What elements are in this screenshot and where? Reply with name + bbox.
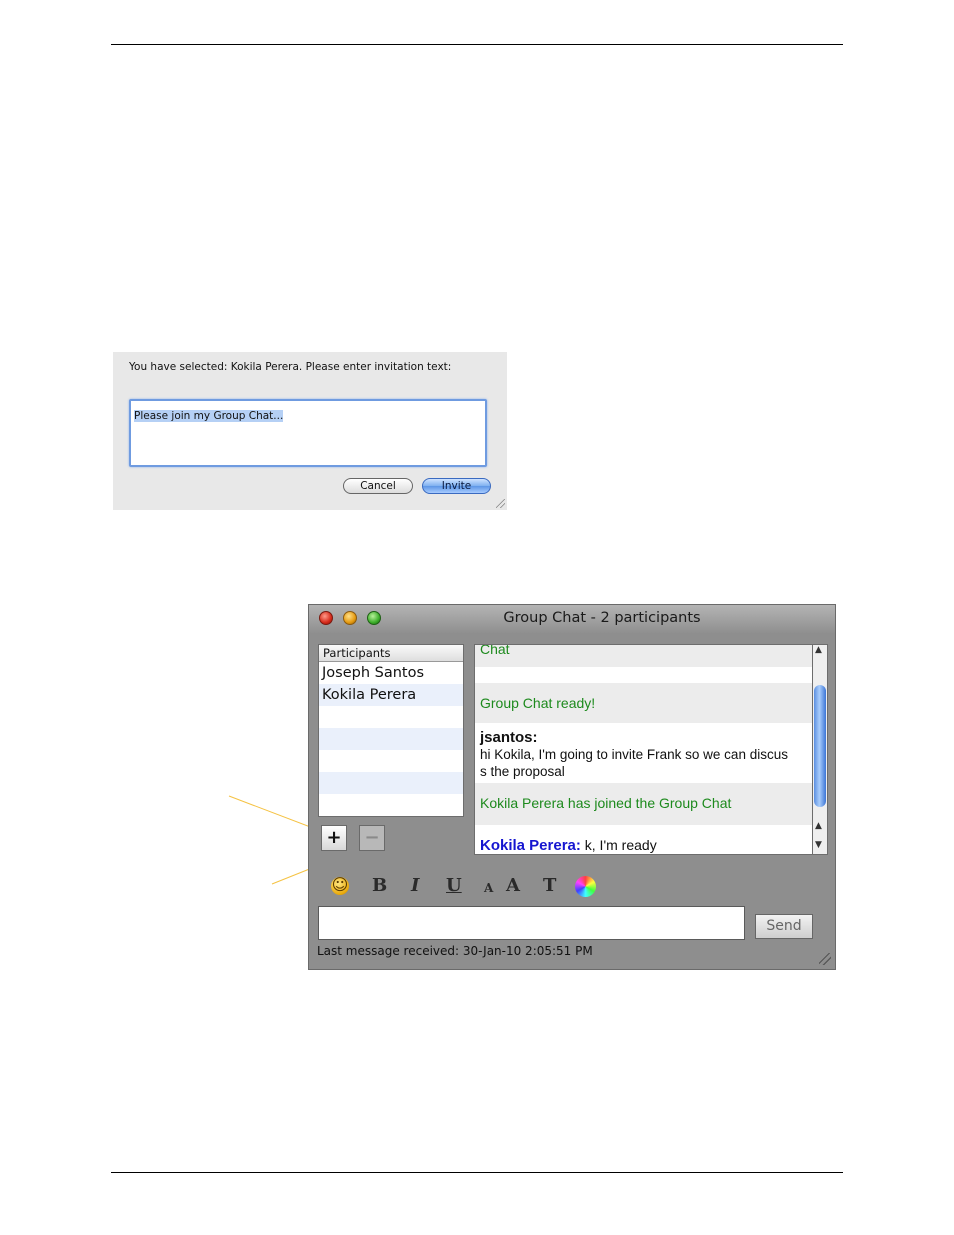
message-body: hi Kokila, I'm going to invite Frank so … — [480, 747, 788, 762]
remove-participant-button[interactable]: − — [359, 825, 385, 851]
underline-button[interactable]: U — [446, 875, 462, 896]
scroll-thumb[interactable] — [814, 685, 826, 807]
participants-list[interactable]: Participants Joseph Santos Kokila Perera — [318, 644, 464, 817]
scroll-top-cap: ▲ — [815, 645, 822, 655]
participant-row[interactable]: Kokila Perera — [319, 684, 463, 706]
larger-text-button[interactable]: A — [506, 875, 520, 896]
scroll-down-arrow-icon[interactable]: ▼ — [815, 840, 822, 850]
message-joined: Kokila Perera has joined the Group Chat — [475, 783, 812, 825]
empty-row — [319, 728, 463, 750]
empty-row — [319, 750, 463, 772]
message-transcript[interactable]: Chat Group Chat ready! jsantos: hi Kokil… — [474, 644, 813, 855]
message-jsantos: jsantos: hi Kokila, I'm going to invite … — [475, 729, 812, 780]
empty-row — [319, 794, 463, 816]
participant-row[interactable]: Joseph Santos — [319, 662, 463, 684]
participants-header: Participants — [319, 645, 463, 662]
message-ready: Group Chat ready! — [475, 683, 812, 723]
empty-row — [319, 772, 463, 794]
send-button[interactable]: Send — [755, 914, 813, 939]
scroll-up-arrow-icon[interactable]: ▲ — [815, 821, 822, 831]
window-title: Group Chat - 2 participants — [503, 610, 701, 626]
message-input[interactable] — [318, 906, 745, 940]
message-body: k, I'm ready — [580, 837, 657, 853]
resize-grip-icon[interactable] — [819, 953, 831, 965]
message-partial: Chat — [475, 645, 812, 667]
add-participant-button[interactable]: + — [321, 825, 347, 851]
message-sender: Kokila Perera: — [480, 837, 581, 854]
color-wheel-icon[interactable] — [575, 876, 596, 897]
font-button[interactable]: T — [543, 875, 556, 896]
bold-button[interactable]: B — [372, 875, 387, 896]
transcript-scrollbar[interactable]: ▲ ▲ ▼ — [813, 644, 828, 855]
empty-row — [319, 706, 463, 728]
smiley-icon[interactable] — [331, 875, 349, 895]
last-message-status: Last message received: 30-Jan-10 2:05:51… — [317, 944, 593, 958]
message-sender: jsantos: — [480, 729, 538, 746]
italic-button[interactable]: I — [411, 875, 419, 896]
smaller-text-button[interactable]: A — [484, 881, 493, 895]
group-chat-window: Group Chat - 2 participants Participants… — [308, 604, 836, 970]
message-body-cont: s the proposal — [480, 764, 565, 779]
message-kokila: Kokila Perera: k, I'm ready — [475, 837, 812, 854]
chat-titlebar[interactable]: Group Chat - 2 participants — [309, 605, 835, 633]
